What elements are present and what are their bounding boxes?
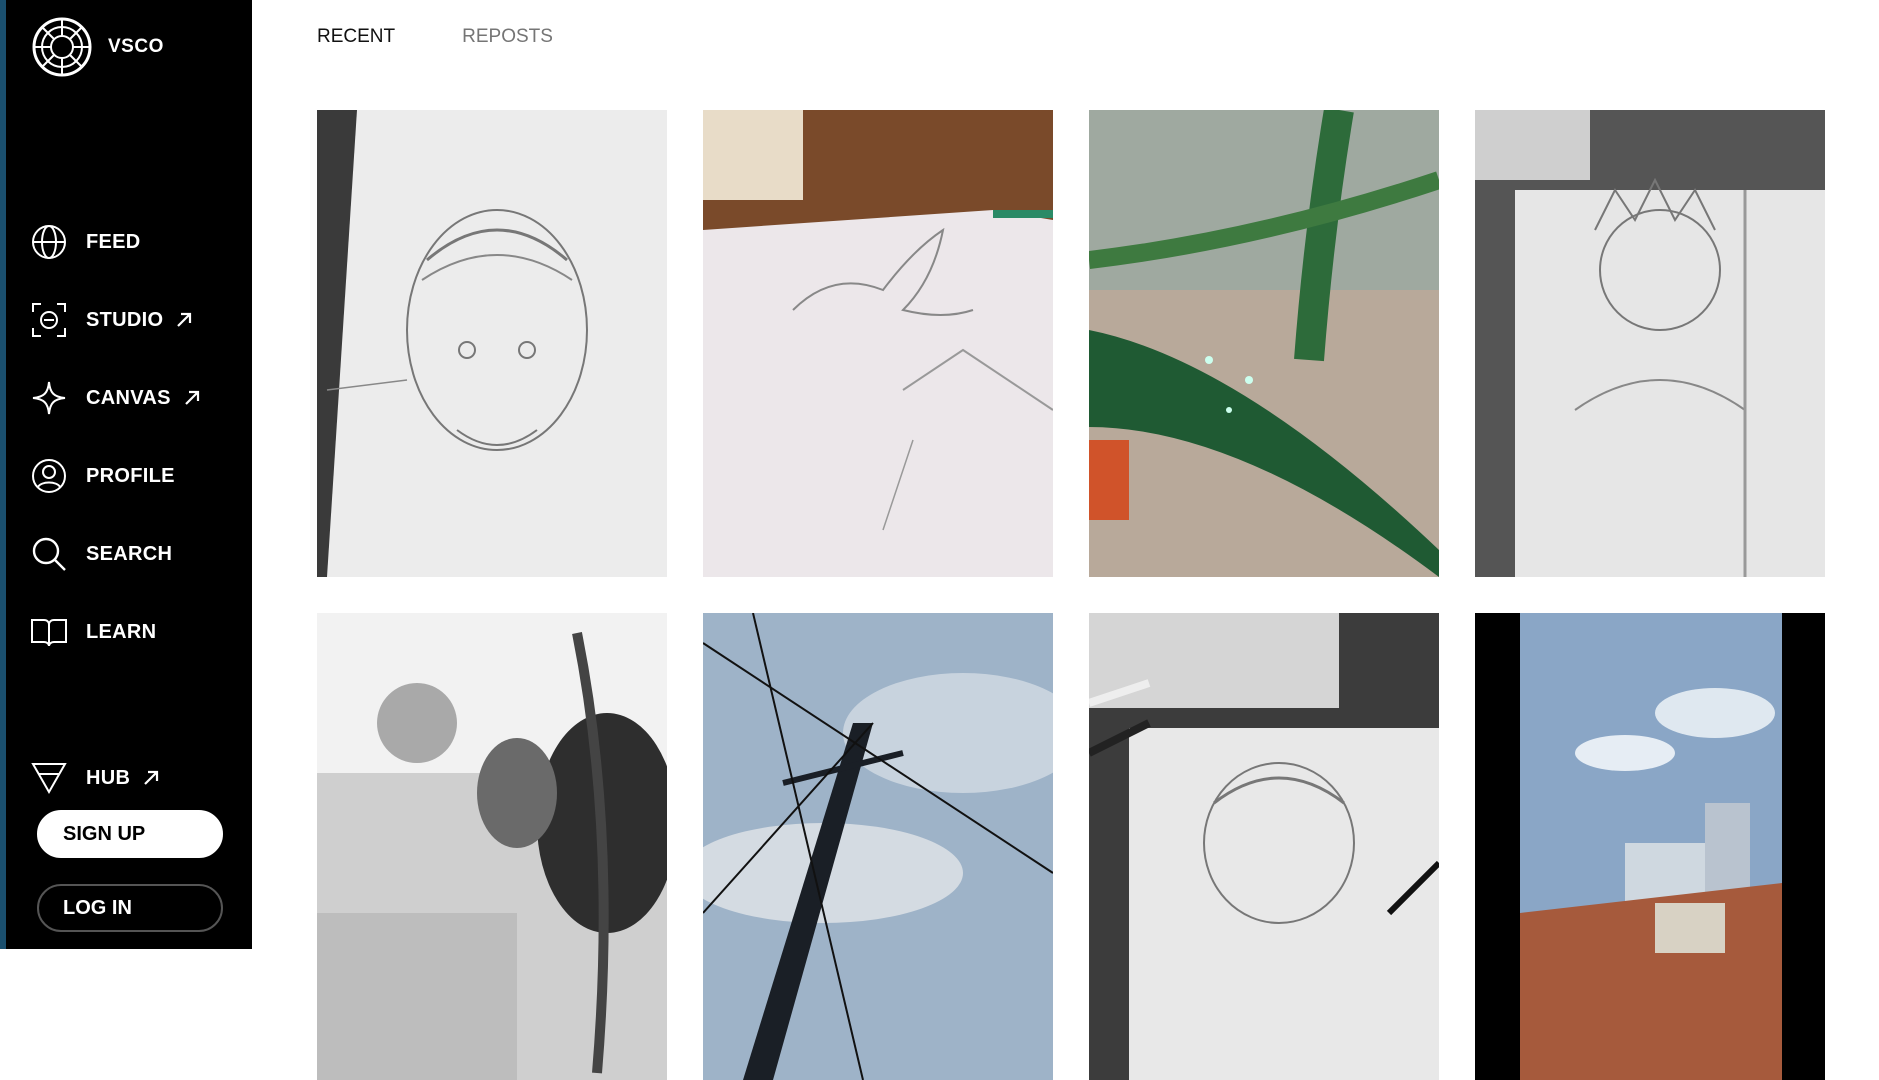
arrow-up-right-icon bbox=[144, 770, 159, 785]
photo-leaf bbox=[1089, 110, 1439, 577]
globe-icon bbox=[30, 223, 68, 261]
arrow-up-right-icon bbox=[177, 312, 192, 327]
photo-crowd bbox=[317, 613, 667, 1080]
nav-profile-label: PROFILE bbox=[86, 464, 175, 487]
nav-canvas[interactable]: CANVAS bbox=[30, 378, 201, 418]
log-in-button[interactable]: LOG IN bbox=[37, 884, 223, 932]
photo-sketch-portrait bbox=[1475, 110, 1825, 577]
nav-learn-label: LEARN bbox=[86, 620, 157, 643]
photo-tile[interactable] bbox=[1089, 110, 1439, 577]
tab-recent[interactable]: RECENT bbox=[317, 26, 395, 48]
photo-tile[interactable] bbox=[703, 613, 1053, 1080]
nav-hub-label: HUB bbox=[86, 766, 131, 789]
photo-sketch-bird bbox=[703, 110, 1053, 577]
brand-name: VSCO bbox=[108, 36, 164, 57]
search-icon bbox=[30, 535, 68, 573]
nav-studio[interactable]: STUDIO bbox=[30, 300, 193, 340]
sign-up-button[interactable]: SIGN UP bbox=[37, 810, 223, 858]
nav-studio-label: STUDIO bbox=[86, 308, 164, 331]
nav-hub[interactable]: HUB bbox=[30, 758, 160, 798]
nav-feed[interactable]: FEED bbox=[30, 222, 141, 262]
photo-power-lines bbox=[703, 613, 1053, 1080]
nav-profile[interactable]: PROFILE bbox=[30, 456, 175, 496]
tab-reposts[interactable]: REPOSTS bbox=[462, 26, 553, 48]
studio-frame-icon bbox=[30, 301, 68, 339]
nav-feed-label: FEED bbox=[86, 230, 141, 253]
open-book-icon bbox=[30, 613, 68, 651]
photo-tile[interactable] bbox=[1475, 110, 1825, 577]
arrow-up-right-icon bbox=[185, 390, 199, 405]
profile-tabs: RECENT REPOSTS bbox=[317, 26, 620, 48]
vsco-logo-icon bbox=[32, 17, 92, 77]
triangle-down-icon bbox=[30, 759, 68, 797]
photo-tile[interactable] bbox=[1089, 613, 1439, 1080]
photo-rooftops bbox=[1475, 613, 1825, 1080]
photo-sketch-ape bbox=[317, 110, 667, 577]
nav-canvas-label: CANVAS bbox=[86, 386, 171, 409]
sidebar: VSCO FEED STUDIO CANVAS PROFILE SEARCH L… bbox=[6, 0, 252, 949]
photo-sketch-ape-pens bbox=[1089, 613, 1439, 1080]
nav-learn[interactable]: LEARN bbox=[30, 612, 156, 652]
photo-tile[interactable] bbox=[317, 613, 667, 1080]
photo-tile[interactable] bbox=[703, 110, 1053, 577]
brand-logo[interactable]: VSCO bbox=[32, 17, 164, 77]
photo-tile[interactable] bbox=[317, 110, 667, 577]
sparkle-star-icon bbox=[30, 379, 68, 417]
nav-search-label: SEARCH bbox=[86, 542, 173, 565]
user-circle-icon bbox=[30, 457, 68, 495]
photo-tile[interactable] bbox=[1475, 613, 1825, 1080]
nav-search[interactable]: SEARCH bbox=[30, 534, 172, 574]
